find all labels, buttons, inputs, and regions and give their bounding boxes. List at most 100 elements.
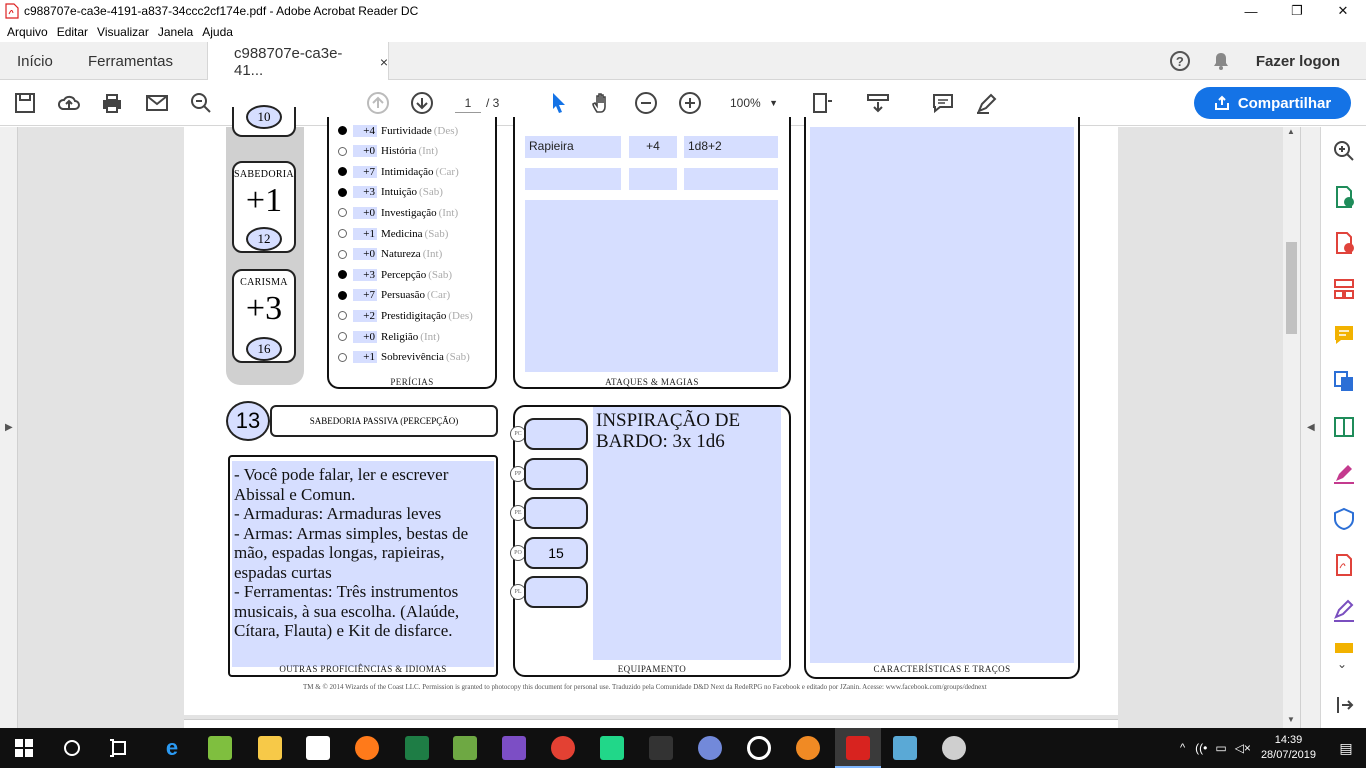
skill-value[interactable]: +0 (353, 145, 377, 158)
minecraft-icon[interactable] (453, 736, 477, 760)
skill-value[interactable]: +0 (353, 248, 377, 261)
restore-button[interactable]: ❐ (1274, 0, 1320, 22)
firefox-icon[interactable] (355, 736, 379, 760)
attack-damage-field-2[interactable] (684, 168, 778, 190)
tab-close-icon[interactable]: × (380, 54, 388, 70)
scrollbar-thumb[interactable] (1286, 242, 1297, 334)
app-icon-green[interactable] (208, 736, 232, 760)
create-pdf-icon[interactable] (1332, 231, 1356, 255)
ability-modifier[interactable]: +1 (234, 182, 294, 220)
page-fit-icon[interactable] (810, 91, 834, 115)
app-icon-circle[interactable] (747, 736, 771, 760)
scroll-up-icon[interactable]: ▲ (1287, 127, 1295, 136)
clock[interactable]: 14:39 28/07/2019 (1261, 733, 1316, 763)
zoom-select[interactable]: 100% ▼ (724, 93, 788, 113)
paint-icon[interactable] (942, 736, 966, 760)
ability-score[interactable]: 12 (246, 227, 282, 251)
chrome-icon[interactable] (551, 736, 575, 760)
skill-value[interactable]: +3 (353, 268, 377, 281)
left-panel-toggle[interactable]: ▶ (0, 127, 18, 728)
cortana-search-icon[interactable] (60, 736, 84, 760)
tab-home[interactable]: Início (17, 42, 53, 80)
proficiency-checkbox[interactable] (338, 229, 347, 238)
proficiency-checkbox[interactable] (338, 270, 347, 280)
app-icon-documents[interactable] (405, 736, 429, 760)
collapse-pane-icon[interactable] (1332, 693, 1356, 717)
skill-value[interactable]: +4 (353, 124, 377, 137)
organize-pages-icon[interactable] (1332, 277, 1356, 301)
proficiency-checkbox[interactable] (338, 249, 347, 259)
menu-visualizar[interactable]: Visualizar (97, 25, 149, 39)
select-cursor-icon[interactable] (547, 91, 571, 115)
attack-name-field-2[interactable] (525, 168, 621, 190)
ability-score[interactable]: 16 (246, 337, 282, 361)
menu-arquivo[interactable]: Arquivo (7, 25, 48, 39)
attack-name-field[interactable]: Rapieira (525, 136, 621, 158)
coin-field[interactable] (524, 457, 588, 490)
app-icon-game[interactable] (649, 736, 673, 760)
passive-perception-value[interactable]: 13 (226, 401, 270, 441)
document-viewer[interactable]: ▶ ▲ ▼ ◀ 10 SABEDORIA +1 12 CARISMA +3 16 … (0, 105, 1320, 728)
file-explorer-icon[interactable] (258, 736, 282, 760)
action-center-icon[interactable]: ▤ (1326, 740, 1366, 757)
expand-left-icon[interactable]: ▶ (5, 422, 13, 433)
enhance-scan-icon[interactable] (1332, 139, 1356, 163)
menu-ajuda[interactable]: Ajuda (202, 25, 233, 39)
help-icon[interactable]: ? (1169, 51, 1190, 71)
attacks-notes-field[interactable] (525, 200, 778, 372)
visual-studio-icon[interactable] (502, 736, 526, 760)
battery-icon[interactable]: ▭ (1215, 741, 1226, 755)
task-view-icon[interactable] (107, 736, 131, 760)
skill-value[interactable]: +7 (353, 165, 377, 178)
edge-browser-icon[interactable]: e (160, 736, 184, 760)
signature-icon[interactable] (1332, 599, 1356, 623)
wifi-icon[interactable]: ((• (1195, 741, 1207, 755)
scroll-mode-icon[interactable] (866, 91, 890, 115)
zoom-out-icon[interactable] (634, 91, 658, 115)
proficiency-checkbox[interactable] (338, 311, 347, 321)
save-icon[interactable] (13, 91, 37, 115)
discord-icon[interactable] (698, 736, 722, 760)
email-icon[interactable] (145, 91, 169, 115)
equipment-field[interactable]: INSPIRAÇÃO DE BARDO: 3x 1d6 (593, 407, 781, 660)
proficiency-checkbox[interactable] (338, 126, 347, 135)
minimize-button[interactable]: — (1228, 0, 1274, 22)
proficiency-checkbox[interactable] (338, 290, 347, 300)
skill-value[interactable]: +7 (353, 289, 377, 302)
proficiency-checkbox[interactable] (338, 208, 347, 218)
next-page-icon[interactable] (410, 91, 434, 115)
attack-bonus-field-2[interactable] (629, 168, 677, 190)
tab-document[interactable]: c988707e-ca3e-41... × (207, 42, 389, 81)
pdf-file-icon[interactable] (1332, 553, 1356, 577)
store-icon[interactable] (306, 736, 330, 760)
proficiency-checkbox[interactable] (338, 146, 347, 156)
pycharm-icon[interactable] (600, 736, 624, 760)
share-button[interactable]: Compartilhar (1194, 87, 1351, 119)
proficiency-checkbox[interactable] (338, 352, 347, 362)
menu-janela[interactable]: Janela (158, 25, 193, 39)
skill-value[interactable]: +2 (353, 309, 377, 322)
proficiencies-field[interactable]: - Você pode falar, ler e escrever Abissa… (232, 461, 494, 667)
tab-tools[interactable]: Ferramentas (88, 42, 173, 80)
comment-icon[interactable] (931, 91, 955, 115)
close-window-button[interactable]: ✕ (1320, 0, 1366, 22)
print-icon[interactable] (100, 91, 124, 115)
proficiency-checkbox[interactable] (338, 167, 347, 177)
login-button[interactable]: Fazer logon (1256, 53, 1340, 70)
skill-value[interactable]: +3 (353, 186, 377, 199)
acrobat-taskbar-button[interactable] (835, 728, 881, 768)
attack-damage-field[interactable]: 1d8+2 (684, 136, 778, 158)
highlight-pen-icon[interactable] (975, 91, 999, 115)
ability-score[interactable]: 10 (246, 105, 282, 129)
page-number-input[interactable]: 1 (455, 93, 481, 113)
edit-pdf-icon[interactable] (1332, 415, 1356, 439)
upload-cloud-icon[interactable] (57, 91, 81, 115)
combine-files-icon[interactable] (1332, 369, 1356, 393)
skill-value[interactable]: +1 (353, 351, 377, 364)
tray-expand-icon[interactable]: ^ (1180, 742, 1185, 754)
skill-value[interactable]: +1 (353, 227, 377, 240)
collapse-right-icon[interactable]: ◀ (1307, 422, 1315, 433)
attack-bonus-field[interactable]: +4 (629, 136, 677, 158)
coin-field[interactable] (524, 576, 588, 608)
menu-editar[interactable]: Editar (57, 25, 88, 39)
